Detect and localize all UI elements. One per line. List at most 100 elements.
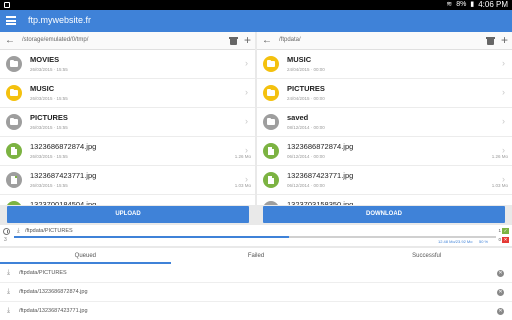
item-name: 1323686872874.jpg [30,142,97,151]
cancel-icon[interactable]: ✕ [497,270,504,277]
file-row[interactable]: 1323687423771.jpg 26/03/2015 · 15:55 › 1.03… [0,166,255,195]
transfer-path: /ftpdata/PICTURES [25,228,73,234]
folder-row[interactable]: PICTURES 24/04/2015 · 00:00 › [257,79,512,108]
battery-icon: ▮ [470,1,475,8]
chevron-right-icon: › [245,116,248,126]
file-row[interactable]: 1323687423771.jpg 06/12/2014 · 00:00 › 1.03… [257,166,512,195]
chevron-right-icon: › [502,87,505,97]
folder-row[interactable]: saved 08/12/2014 · 00:00 › [257,108,512,137]
tab-queued[interactable]: Queued [0,248,171,264]
folder-row[interactable]: MUSIC 24/04/2015 · 00:00 › [257,50,512,79]
file-row[interactable]: 1323686872874.jpg 26/03/2015 · 15:55 › 1.26… [0,137,255,166]
item-size: 1.03 Mo [491,183,508,188]
item-name: PICTURES [287,84,325,93]
add-icon[interactable]: + [501,34,508,46]
progress-fill [14,236,289,238]
item-date: 24/04/2015 · 00:00 [287,96,325,101]
tab-successful[interactable]: Successful [341,248,512,264]
chevron-right-icon: › [502,116,505,126]
download-icon: ⤓ [7,288,11,295]
item-name: 1323687423771.jpg [30,171,97,180]
download-icon: ⤓ [7,269,11,276]
folder-row[interactable]: PICTURES 26/03/2015 · 15:55 › [0,108,255,137]
item-date: 26/03/2015 · 15:55 [30,154,68,159]
back-arrow-icon[interactable]: ← [5,36,15,46]
fail-x-icon: ✕ [502,237,509,243]
file-row[interactable]: 1323703158350.jpg › [257,195,512,205]
queue-count: 3 [4,237,7,243]
success-check-icon: ✓ [502,228,509,234]
item-date: 24/04/2015 · 00:00 [287,67,325,72]
item-name: 1323686872874.jpg [287,142,354,151]
image-file-icon [263,172,279,188]
item-size: 1.26 Mo [491,154,508,159]
remote-path: /ftpdata/ [279,37,301,43]
chevron-right-icon: › [245,87,248,97]
battery-level: 8% [456,1,467,8]
local-path: /storage/emulated/0/tmp/ [22,37,89,43]
item-name: saved [287,113,309,122]
download-icon: ⤓ [17,228,20,234]
file-row[interactable]: 1323700184504.jpg › [0,195,255,205]
app-title: ftp.mywebsite.fr [28,15,92,25]
tab-failed[interactable]: Failed [171,248,342,264]
wifi-icon: ≋ [446,1,453,8]
app-root: ≋ 8% ▮ 4:06 PM ftp.mywebsite.fr ← /stora… [0,0,512,320]
remote-pane: ← /ftpdata/ + MUSIC 24/04/2015 · 00:00 › PI… [257,32,512,205]
local-path-bar: ← /storage/emulated/0/tmp/ + [0,32,255,50]
fail-count: 0 [498,237,501,242]
download-icon: ⤓ [7,307,11,314]
add-icon[interactable]: + [244,34,251,46]
item-name: 1323703158350.jpg [287,200,354,205]
image-file-icon [6,143,22,159]
trash-icon[interactable] [486,37,495,45]
image-file-icon [6,172,22,188]
cancel-icon[interactable]: ✕ [497,308,504,315]
upload-button[interactable]: UPLOAD [7,206,249,223]
folder-icon [6,114,22,130]
item-name: MUSIC [30,84,55,93]
item-name: 1323687423771.jpg [287,171,354,180]
folder-icon [263,114,279,130]
item-size: 1.03 Mo [234,183,251,188]
hamburger-menu-icon[interactable] [6,16,16,25]
item-name: MUSIC [287,55,312,64]
image-file-icon [263,201,279,205]
chevron-right-icon: › [245,203,248,205]
app-bar: ftp.mywebsite.fr [0,10,512,32]
image-file-icon [263,143,279,159]
queue-item-path: /ftpdata/1323686872874.jpg [19,289,88,295]
image-file-icon [6,201,22,205]
transfer-progress-panel: 3 ⤓ /ftpdata/PICTURES 12.48 Mo/23.92 Mo … [0,225,512,246]
status-left [4,0,10,8]
transfer-tabs: Queued Failed Successful [0,248,512,264]
item-name: PICTURES [30,113,68,122]
item-date: 06/12/2014 · 00:00 [287,183,325,188]
queue-item-path: /ftpdata/PICTURES [19,270,67,276]
item-date: 26/03/2015 · 15:55 [30,125,68,130]
queue-item-path: /ftpdata/1323687423771.jpg [19,308,88,314]
chevron-right-icon: › [502,58,505,68]
download-button[interactable]: DOWNLOAD [263,206,505,223]
item-date: 26/03/2015 · 15:55 [30,96,68,101]
transfer-size-info: 12.48 Mo/23.92 Mo [438,239,473,244]
queue-item[interactable]: ⤓ /ftpdata/1323687423771.jpg ✕ [0,302,512,320]
local-pane: ← /storage/emulated/0/tmp/ + MOVIES 26/03… [0,32,255,205]
folder-row[interactable]: MOVIES 26/03/2015 · 15:55 › [0,50,255,79]
file-row[interactable]: 1323686872874.jpg 06/12/2014 · 00:00 › 1.26… [257,137,512,166]
back-arrow-icon[interactable]: ← [262,36,272,46]
folder-icon [6,56,22,72]
item-date: 26/03/2015 · 15:55 [30,183,68,188]
item-name: MOVIES [30,55,60,64]
folder-row[interactable]: MUSIC 26/03/2015 · 15:55 › [0,79,255,108]
folder-icon [263,56,279,72]
queue-item[interactable]: ⤓ /ftpdata/1323686872874.jpg ✕ [0,283,512,302]
clock-icon [3,228,10,235]
item-date: 08/12/2014 · 00:00 [287,125,325,130]
queue-item[interactable]: ⤓ /ftpdata/PICTURES ✕ [0,264,512,283]
folder-icon [6,85,22,101]
remote-file-list: MUSIC 24/04/2015 · 00:00 › PICTURES 24/04/20… [257,50,512,205]
trash-icon[interactable] [229,37,238,45]
status-right: ≋ 8% ▮ 4:06 PM [446,0,508,10]
cancel-icon[interactable]: ✕ [497,289,504,296]
